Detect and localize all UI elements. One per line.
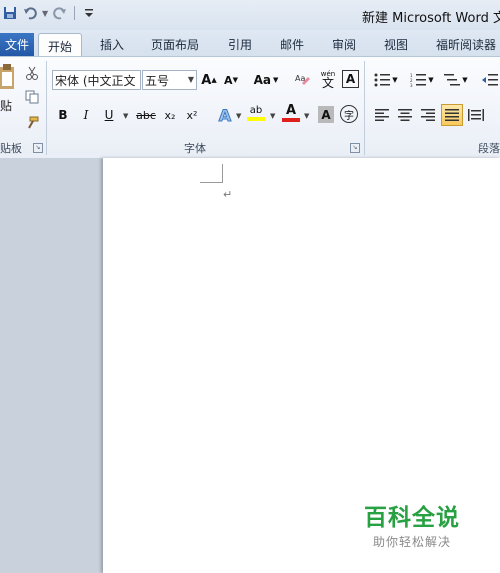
align-center-button[interactable] — [396, 105, 414, 125]
font-name-value: 宋体 (中文正文 — [55, 73, 136, 88]
site-watermark: 百科全说 助你轻松解决 — [362, 498, 462, 550]
highlight-color-swatch — [247, 117, 265, 121]
tab-view[interactable]: 视图 — [384, 33, 408, 56]
paste-button-label[interactable]: 贴 — [0, 97, 12, 114]
decrease-indent-button[interactable] — [480, 70, 500, 90]
italic-button[interactable]: I — [78, 105, 94, 125]
font-size-combo[interactable]: 五号 ▼ — [142, 70, 197, 90]
watermark-title: 百科全说 — [364, 505, 460, 531]
multilevel-list-button[interactable]: ▼ — [442, 70, 470, 90]
highlight-button[interactable]: ab — [245, 103, 267, 123]
align-left-button[interactable] — [373, 105, 391, 125]
customize-qat-icon[interactable] — [81, 5, 97, 21]
grow-font-button[interactable]: A ▲ — [200, 70, 218, 90]
clear-formatting-icon[interactable]: Aa — [293, 70, 313, 90]
paragraph-mark: ↵ — [223, 188, 233, 201]
tab-page-layout[interactable]: 页面布局 — [151, 33, 199, 56]
redo-icon[interactable] — [52, 5, 68, 21]
underline-button[interactable]: U — [101, 105, 117, 125]
font-color-button[interactable]: A — [281, 103, 301, 123]
subscript-button[interactable]: x₂ — [161, 105, 179, 125]
tab-mailings[interactable]: 邮件 — [280, 33, 304, 56]
undo-dropdown-icon[interactable]: ▼ — [42, 9, 48, 18]
title-bar: ▼ 新建 Microsoft Word 文档 — [0, 0, 500, 30]
tab-home[interactable]: 开始 — [38, 33, 83, 58]
underline-dropdown-icon[interactable]: ▼ — [123, 112, 128, 120]
cut-icon[interactable] — [24, 65, 40, 81]
font-name-combo[interactable]: 宋体 (中文正文 — [52, 70, 141, 90]
shrink-font-button[interactable]: A ▼ — [222, 70, 240, 90]
format-painter-icon[interactable] — [24, 115, 40, 131]
chevron-down-icon: ▼ — [187, 75, 194, 84]
paste-icon[interactable] — [0, 63, 16, 97]
text-effects-button[interactable]: A — [216, 105, 234, 125]
text-effects-dropdown-icon[interactable]: ▼ — [236, 112, 241, 120]
tab-file[interactable]: 文件 — [0, 33, 34, 56]
phonetic-guide-button[interactable]: wén 文 — [318, 69, 338, 89]
svg-text:3: 3 — [410, 83, 413, 87]
font-launcher-icon[interactable]: ↘ — [350, 143, 360, 153]
clipboard-group-label: 贴板 — [0, 142, 22, 155]
ribbon-home: 贴 贴板 ↘ 宋体 (中文正文 五号 ▼ A ▲ A ▼ Aa ▼ Aa wén 文 … — [0, 56, 500, 160]
tab-foxit-reader[interactable]: 福昕阅读器 — [436, 33, 496, 56]
copy-icon[interactable] — [24, 89, 40, 105]
tab-insert[interactable]: 插入 — [100, 33, 124, 56]
undo-icon[interactable] — [22, 5, 38, 21]
qat-separator — [74, 6, 76, 20]
bold-button[interactable]: B — [55, 105, 71, 125]
group-separator — [46, 61, 47, 155]
character-shading-button[interactable]: A — [318, 106, 334, 123]
numbering-button[interactable]: 123 ▼ — [408, 70, 436, 90]
bullets-button[interactable]: ▼ — [372, 70, 400, 90]
margin-corner-marker — [200, 164, 223, 183]
paragraph-group-label: 段落 — [478, 142, 500, 155]
watermark-subtitle: 助你轻松解决 — [372, 535, 451, 549]
clipboard-launcher-icon[interactable]: ↘ — [33, 143, 43, 153]
font-color-dropdown-icon[interactable]: ▼ — [304, 112, 309, 120]
tab-references[interactable]: 引用 — [228, 33, 252, 56]
enclose-characters-button[interactable]: 字 — [340, 105, 358, 123]
highlight-dropdown-icon[interactable]: ▼ — [270, 112, 275, 120]
font-color-swatch — [282, 118, 300, 122]
strikethrough-button[interactable]: abc — [135, 105, 157, 125]
change-case-button[interactable]: Aa ▼ — [252, 70, 280, 90]
font-group-label: 字体 — [184, 142, 206, 155]
font-size-value: 五号 — [145, 73, 170, 88]
align-right-button[interactable] — [419, 105, 437, 125]
tab-review[interactable]: 审阅 — [332, 33, 356, 56]
ribbon-tab-row: 文件 开始 插入 页面布局 引用 邮件 审阅 视图 福昕阅读器 — [0, 30, 500, 58]
character-border-button[interactable]: A — [342, 70, 359, 88]
distributed-align-button[interactable] — [467, 105, 485, 125]
superscript-button[interactable]: x² — [183, 105, 201, 125]
quick-access-toolbar: ▼ — [2, 5, 97, 21]
group-separator — [364, 61, 365, 155]
window-title: 新建 Microsoft Word 文档 — [362, 11, 500, 26]
save-icon[interactable] — [2, 5, 18, 21]
justify-button[interactable] — [441, 104, 463, 126]
